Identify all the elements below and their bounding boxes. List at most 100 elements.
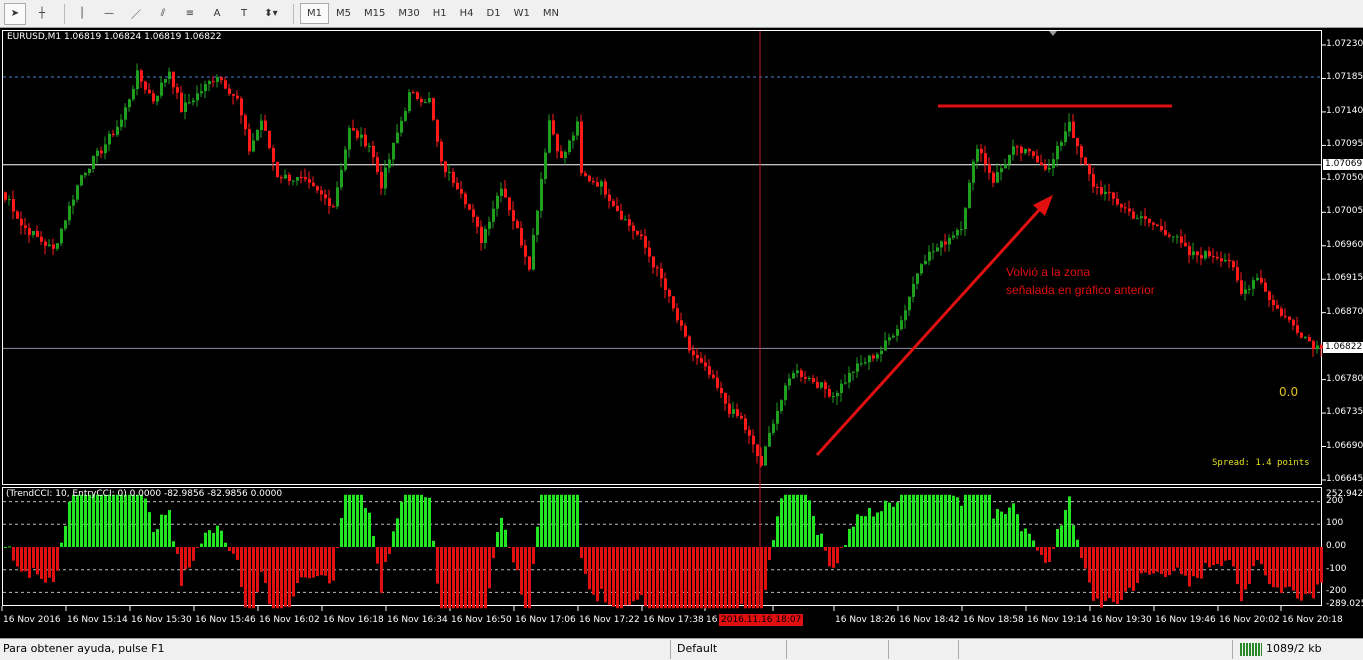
equidistant-channel-icon[interactable]: ⫽ xyxy=(152,3,174,25)
candle-body xyxy=(516,221,519,229)
candle-body xyxy=(316,186,319,191)
candle-body xyxy=(212,81,215,83)
indicator-bar xyxy=(640,547,643,596)
indicator-bar xyxy=(820,533,823,547)
candle-body xyxy=(604,181,607,195)
candle-body xyxy=(168,71,171,80)
indicator-bar xyxy=(960,505,963,547)
candle-body xyxy=(700,358,703,363)
candle-body xyxy=(1100,187,1103,195)
candle-body xyxy=(116,126,119,135)
indicator-bar xyxy=(740,547,743,604)
candle-body xyxy=(140,70,143,82)
candle-body xyxy=(1312,341,1315,350)
timeframe-m15[interactable]: M15 xyxy=(358,4,391,23)
indicator-bar xyxy=(696,547,699,609)
indicator-bar xyxy=(368,512,371,547)
candle-body xyxy=(748,429,751,436)
candle-body xyxy=(1196,251,1199,256)
candle-body xyxy=(264,120,267,131)
candle-body xyxy=(268,130,271,149)
timeframe-d1[interactable]: D1 xyxy=(481,4,507,23)
candle-body xyxy=(600,181,603,187)
candle-body xyxy=(400,120,403,133)
candle-body xyxy=(628,219,631,226)
trendline-icon[interactable]: ／ xyxy=(125,3,147,25)
horizontal-line-icon[interactable]: — xyxy=(98,3,120,25)
candle-body xyxy=(832,396,835,398)
timeframe-m30[interactable]: M30 xyxy=(392,4,425,23)
candle-body xyxy=(1048,167,1051,170)
indicator-bar xyxy=(60,542,63,547)
indicator-bar xyxy=(692,547,695,609)
time-label: 16 Nov 15:14 xyxy=(67,615,128,625)
candle-body xyxy=(972,161,975,183)
indicator-bar xyxy=(516,547,519,571)
candle-body xyxy=(124,107,127,120)
indicator-bar xyxy=(32,547,35,569)
time-label: 16 Nov 18:26 xyxy=(835,615,896,625)
candle-body xyxy=(408,92,411,112)
indicator-bar xyxy=(532,547,535,564)
candle-body xyxy=(416,92,419,100)
status-profile: Default xyxy=(677,642,718,655)
candle-body xyxy=(440,141,443,162)
candle-body xyxy=(304,177,307,180)
indicator-bar xyxy=(64,525,67,547)
candle-body xyxy=(496,195,499,209)
cursor-time-label: 2016.11.16 18:07 xyxy=(719,614,804,626)
text-label-icon[interactable]: T xyxy=(233,3,255,25)
candle-body xyxy=(828,389,831,397)
indicator-bar xyxy=(920,494,923,547)
indicator-bar xyxy=(376,547,379,564)
candle-body xyxy=(644,236,647,248)
crosshair-icon[interactable]: ┼ xyxy=(31,3,53,25)
timeframe-m1[interactable]: M1 xyxy=(300,3,329,24)
candle-body xyxy=(1116,198,1119,205)
candle-body xyxy=(568,140,571,152)
indicator-bar xyxy=(1280,547,1283,593)
indicator-bar xyxy=(496,532,499,547)
candle-body xyxy=(132,89,135,100)
indicator-bar xyxy=(332,547,335,581)
timeframe-h4[interactable]: H4 xyxy=(454,4,480,23)
indicator-bar xyxy=(56,547,59,571)
candle-body xyxy=(336,187,339,207)
indicator-bar xyxy=(1224,547,1227,561)
candle-body xyxy=(1244,289,1247,294)
chart-window[interactable]: EURUSD,M1 1.06819 1.06824 1.06819 1.0682… xyxy=(0,28,1363,638)
arrows-icon[interactable]: ⬍▾ xyxy=(260,3,282,25)
timeframe-h1[interactable]: H1 xyxy=(427,4,453,23)
indicator-bar xyxy=(972,494,975,547)
indicator-bar xyxy=(312,547,315,578)
indicator-bar xyxy=(840,547,843,548)
cursor-icon[interactable]: ➤ xyxy=(4,2,26,25)
candle-body xyxy=(904,310,907,321)
indicator-bar xyxy=(1012,503,1015,547)
text-icon[interactable]: A xyxy=(206,3,228,25)
candle-body xyxy=(396,132,399,143)
indicator-bar xyxy=(148,512,151,547)
indicator-bar xyxy=(732,547,735,609)
timeframe-w1[interactable]: W1 xyxy=(508,4,536,23)
fibonacci-icon[interactable]: ≡ xyxy=(179,3,201,25)
candle-body xyxy=(1260,277,1263,283)
indicator-bar xyxy=(612,547,615,607)
candle-body xyxy=(708,366,711,375)
price-label: 1.06915 xyxy=(1326,273,1363,284)
indicator-bar xyxy=(932,494,935,547)
candle-body xyxy=(1224,259,1227,262)
vertical-line-icon[interactable]: │ xyxy=(71,3,93,25)
indicator-bar xyxy=(704,547,707,609)
price-label: 1.06780 xyxy=(1326,373,1363,384)
indicator-bar xyxy=(104,494,107,547)
indicator-bar xyxy=(364,508,367,547)
indicator-bar xyxy=(580,547,583,559)
timeframe-mn[interactable]: MN xyxy=(537,4,565,23)
indicator-bar xyxy=(512,547,515,563)
indicator-bar xyxy=(1284,547,1287,588)
candle-body xyxy=(1232,261,1235,268)
indicator-bar xyxy=(212,532,215,547)
timeframe-m5[interactable]: M5 xyxy=(330,4,357,23)
chart-canvas[interactable] xyxy=(0,28,1363,638)
